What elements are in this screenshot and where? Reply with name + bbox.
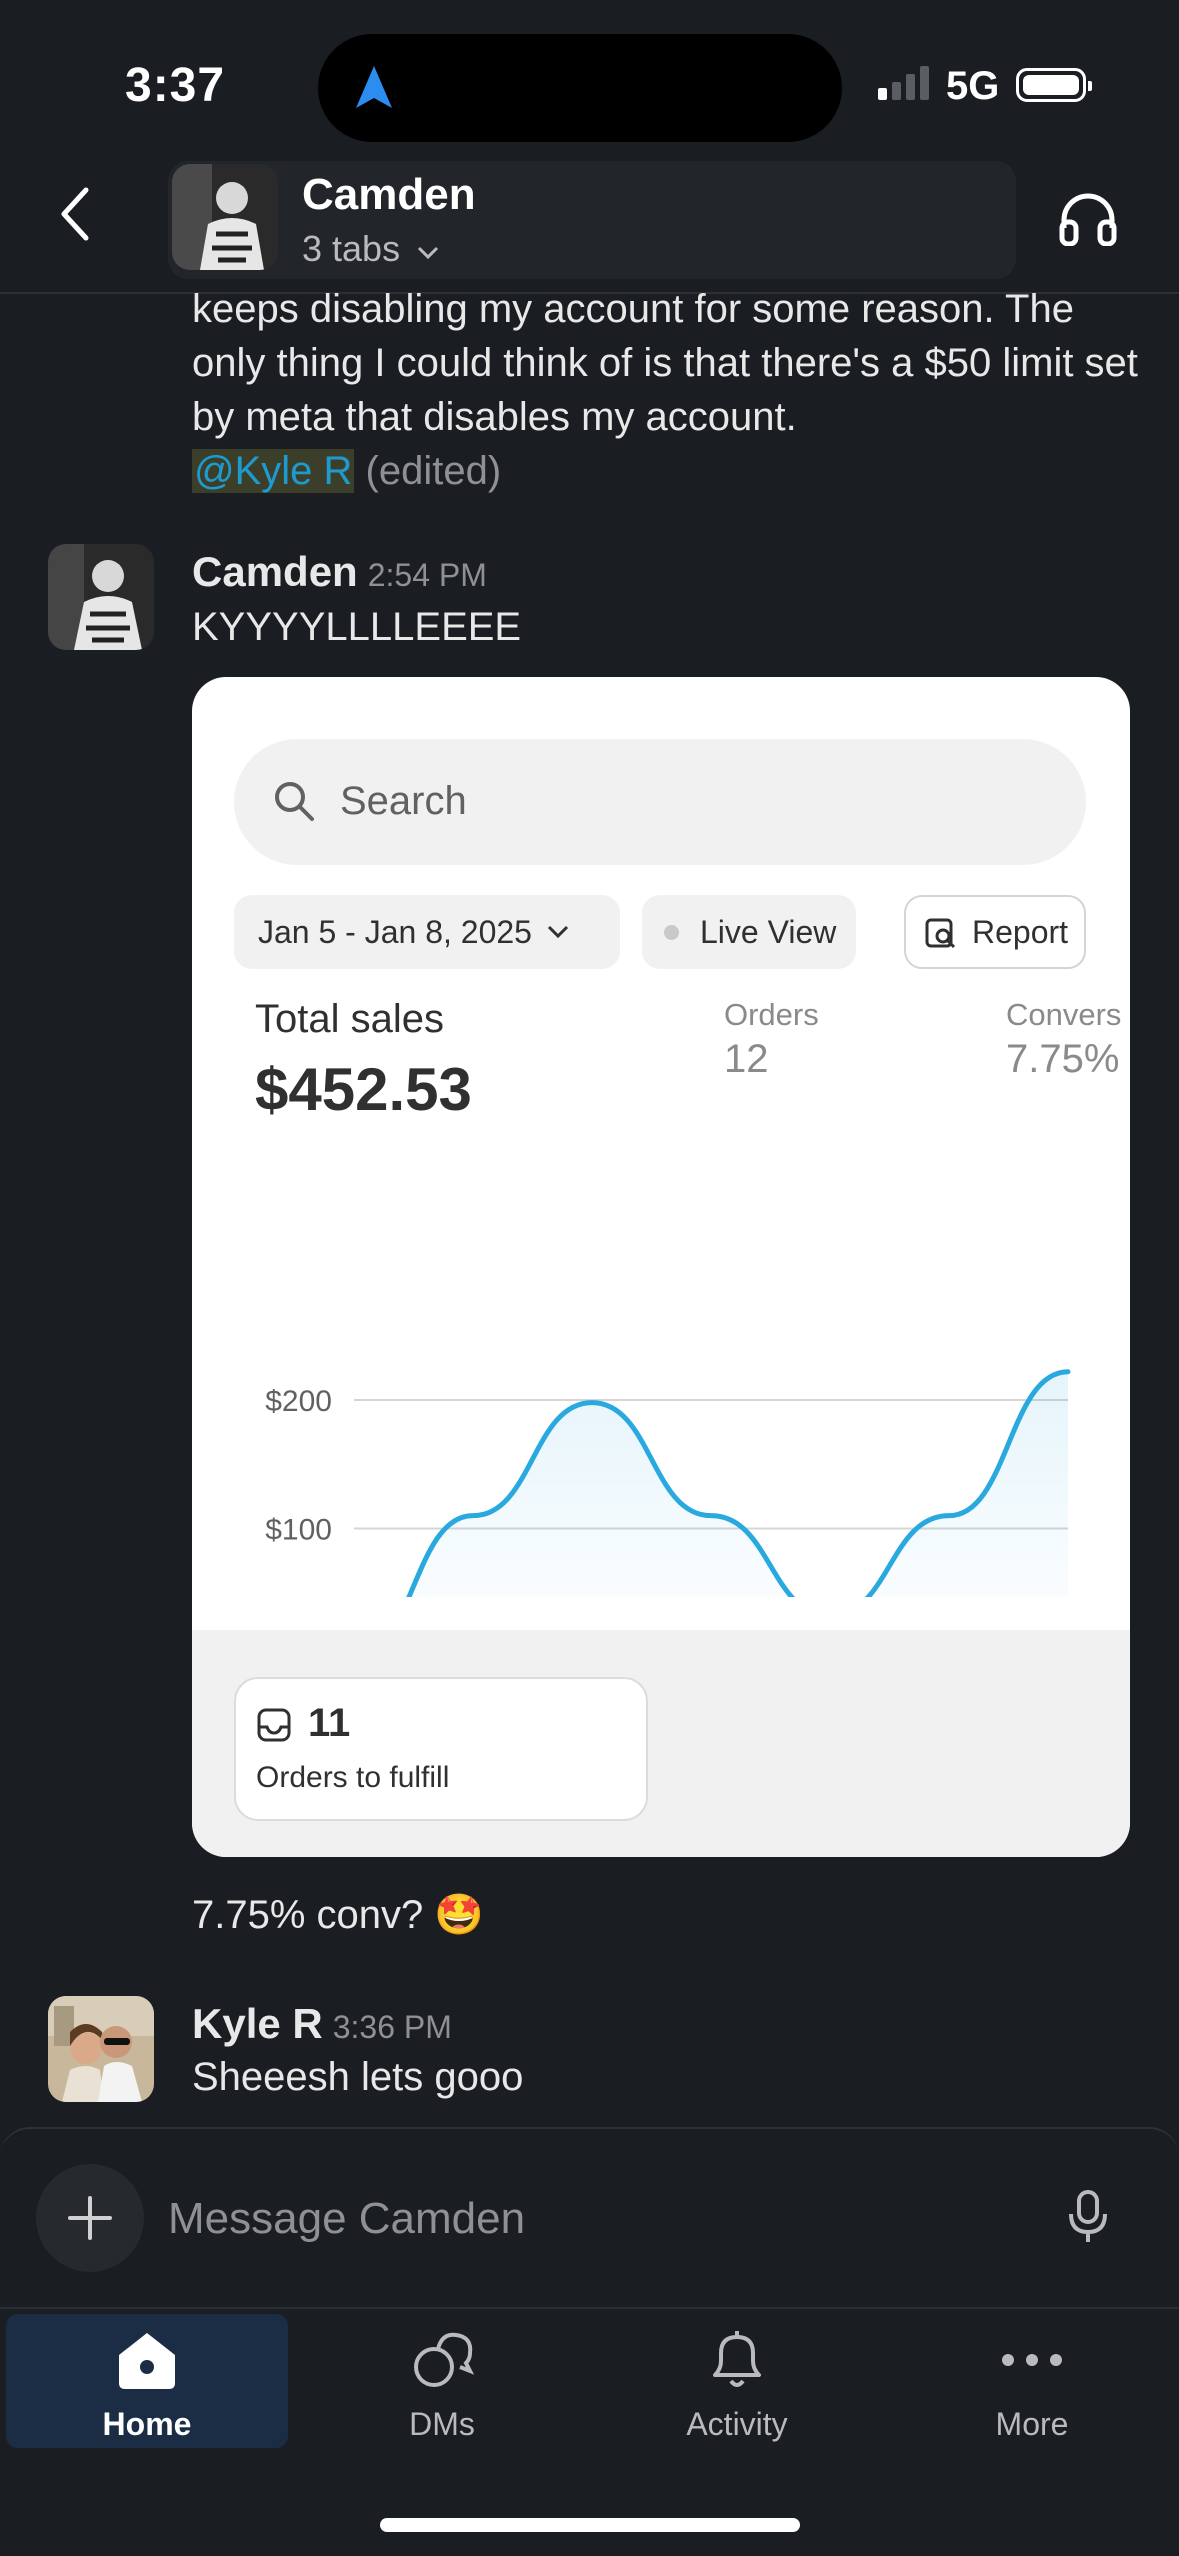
message-time: 2:54 PM bbox=[367, 557, 487, 593]
search-bar: Search bbox=[234, 739, 1086, 865]
conversion-value: 7.75% bbox=[1006, 1037, 1120, 1081]
message-sender[interactable]: Camden 2:54 PM bbox=[192, 548, 487, 596]
add-attachment-button[interactable] bbox=[36, 2164, 144, 2272]
report-label: Report bbox=[972, 913, 1069, 950]
date-range-label: Jan 5 - Jan 8, 2025 bbox=[258, 913, 532, 950]
total-sales-value: $452.53 bbox=[255, 1056, 472, 1123]
plus-icon bbox=[68, 2196, 112, 2240]
tab-dms[interactable]: DMs bbox=[312, 2320, 572, 2443]
tab-label: Activity bbox=[686, 2406, 788, 2442]
tab-label: Home bbox=[102, 2406, 192, 2442]
tab-more[interactable]: More bbox=[902, 2320, 1162, 2443]
back-icon[interactable] bbox=[58, 186, 92, 247]
orders-label: Orders bbox=[724, 997, 819, 1032]
home-icon bbox=[119, 2333, 175, 2389]
conversation-header[interactable] bbox=[168, 161, 1016, 279]
tabs-label: 3 tabs bbox=[302, 228, 401, 269]
tabs-selector[interactable]: 3 tabs bbox=[302, 228, 440, 270]
conversion-label: Convers bbox=[1006, 997, 1122, 1032]
home-indicator bbox=[380, 2518, 800, 2532]
orders-to-fulfill-card: 11 Orders to fulfill bbox=[234, 1677, 648, 1821]
y-tick-label: $100 bbox=[265, 1514, 332, 1547]
live-view-label: Live View bbox=[700, 913, 837, 950]
signal-icon bbox=[878, 66, 929, 100]
previous-message-text: keeps disabling my account for some reas… bbox=[192, 287, 1138, 439]
dynamic-island bbox=[318, 34, 842, 142]
tab-label: DMs bbox=[409, 2406, 475, 2442]
avatar[interactable] bbox=[172, 164, 278, 270]
sales-area-fill bbox=[408, 1371, 1068, 1597]
avatar[interactable] bbox=[48, 544, 154, 650]
search-placeholder: Search bbox=[340, 779, 467, 823]
live-view-chip: Live View bbox=[642, 895, 856, 969]
inbox-icon bbox=[257, 1708, 291, 1742]
sender-name[interactable]: Kyle R bbox=[192, 2000, 323, 2047]
previous-message: keeps disabling my account for some reas… bbox=[192, 282, 1152, 498]
status-time: 3:37 bbox=[125, 59, 226, 112]
chevron-down-icon bbox=[547, 925, 569, 939]
dms-icon bbox=[414, 2332, 475, 2387]
total-sales-label: Total sales bbox=[255, 997, 444, 1041]
message-time: 3:36 PM bbox=[332, 2009, 452, 2045]
sales-chart: $0$100$200Jan 5Jan 6Jan 7 bbox=[265, 1369, 1071, 1597]
report-icon bbox=[925, 918, 956, 949]
headphones-icon[interactable] bbox=[1058, 190, 1118, 251]
chevron-down-icon bbox=[418, 246, 439, 260]
tab-activity[interactable]: Activity bbox=[607, 2320, 867, 2443]
report-chip: Report bbox=[904, 895, 1086, 969]
message-text: KYYYYLLLLEEEE bbox=[192, 605, 522, 649]
microphone-icon[interactable] bbox=[1066, 2188, 1110, 2249]
orders-to-fulfill-value: 11 bbox=[308, 1701, 351, 1745]
more-icon bbox=[1002, 2354, 1062, 2366]
conversation-name[interactable]: Camden bbox=[302, 170, 476, 220]
message-text: Sheeesh lets gooo bbox=[192, 2055, 524, 2099]
message-input[interactable]: Message Camden bbox=[168, 2194, 525, 2244]
sender-name[interactable]: Camden bbox=[192, 548, 358, 595]
avatar[interactable] bbox=[48, 1996, 154, 2102]
tab-label: More bbox=[995, 2406, 1069, 2442]
y-tick-label: $200 bbox=[265, 1385, 332, 1418]
network-type: 5G bbox=[946, 64, 1000, 108]
orders-value: 12 bbox=[724, 1037, 769, 1081]
live-dot-icon bbox=[664, 925, 679, 940]
navigation-arrow-icon bbox=[356, 66, 392, 108]
battery-icon bbox=[1016, 68, 1092, 102]
tab-home[interactable]: Home bbox=[17, 2320, 277, 2443]
shared-image[interactable]: Search Jan 5 - Jan 8, 2025 Live View Rep… bbox=[192, 677, 1130, 1857]
edited-label: (edited) bbox=[365, 449, 502, 493]
bell-icon bbox=[713, 2331, 761, 2387]
message-sender[interactable]: Kyle R 3:36 PM bbox=[192, 2000, 452, 2048]
search-icon bbox=[275, 782, 314, 821]
date-range-chip: Jan 5 - Jan 8, 2025 bbox=[234, 895, 620, 969]
user-mention[interactable]: @Kyle R bbox=[192, 449, 355, 493]
message-text: 7.75% conv? 🤩 bbox=[192, 1893, 485, 1937]
orders-to-fulfill-label: Orders to fulfill bbox=[256, 1761, 450, 1794]
